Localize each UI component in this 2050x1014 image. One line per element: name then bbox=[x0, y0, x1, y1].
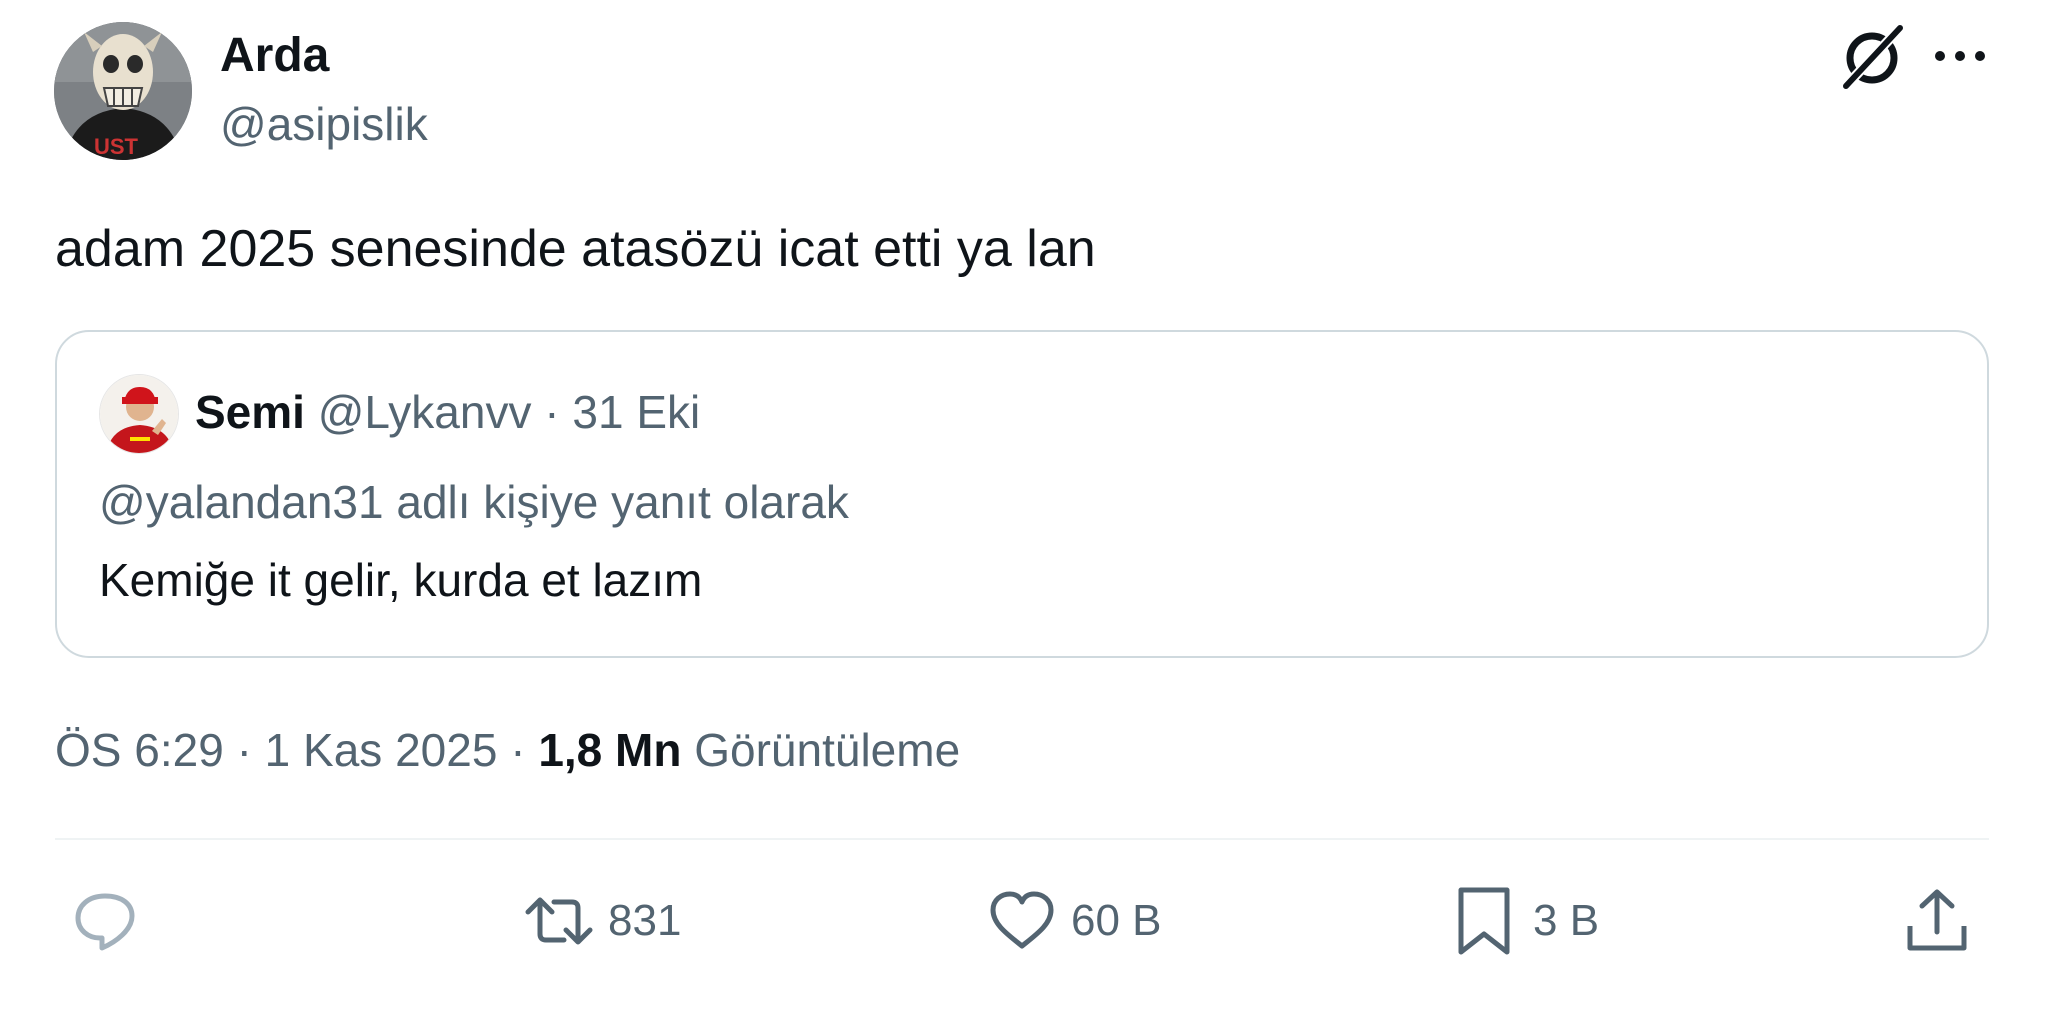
meta-separator: · bbox=[510, 724, 526, 776]
quoted-author-name[interactable]: Semi bbox=[195, 386, 305, 438]
retweet-icon bbox=[525, 897, 593, 945]
quoted-author-avatar[interactable] bbox=[99, 374, 179, 454]
quoted-separator: · bbox=[544, 386, 560, 438]
divider bbox=[55, 838, 1989, 840]
retweet-button[interactable]: 831 bbox=[522, 884, 681, 958]
like-count: 60 B bbox=[1071, 896, 1162, 945]
author-handle[interactable]: @asipislik bbox=[220, 94, 428, 154]
views-count: 1,8 Mn bbox=[538, 724, 682, 776]
quoted-tweet-text: Kemiğe it gelir, kurda et lazım bbox=[99, 554, 703, 606]
bookmark-icon bbox=[1458, 887, 1510, 955]
retweet-count: 831 bbox=[608, 896, 682, 945]
bookmark-button[interactable]: 3 B bbox=[1447, 884, 1599, 958]
quoted-date[interactable]: 31 Eki bbox=[572, 386, 700, 438]
tweet-text: adam 2025 senesinde atasözü icat etti ya… bbox=[55, 220, 1096, 278]
quoted-tweet[interactable]: Semi @Lykanvv · 31 Eki @yalandan31 adlı … bbox=[55, 330, 1989, 658]
quoted-header: Semi @Lykanvv · 31 Eki bbox=[195, 382, 700, 442]
heart-icon bbox=[990, 891, 1054, 949]
more-options-icon[interactable] bbox=[1930, 38, 1990, 74]
tweet-date[interactable]: 1 Kas 2025 bbox=[265, 724, 498, 776]
meta-separator: · bbox=[236, 724, 252, 776]
quoted-reply-context: @yalandan31 adlı kişiye yanıt olarak bbox=[99, 476, 849, 528]
like-button[interactable]: 60 B bbox=[985, 884, 1162, 958]
bookmark-count: 3 B bbox=[1533, 896, 1600, 945]
reply-button[interactable] bbox=[68, 884, 154, 958]
reply-icon bbox=[75, 893, 135, 951]
tweet-time[interactable]: ÖS 6:29 bbox=[55, 724, 224, 776]
share-icon bbox=[1907, 889, 1967, 951]
author-avatar[interactable]: UST bbox=[54, 22, 192, 160]
quoted-author-handle[interactable]: @Lykanvv bbox=[318, 386, 532, 438]
tweet-meta: ÖS 6:29 · 1 Kas 2025 · 1,8 Mn Görüntülem… bbox=[55, 720, 960, 780]
share-button[interactable] bbox=[1900, 884, 1974, 958]
tweet-detail: UST Arda @asipislik adam 2025 senesinde … bbox=[0, 0, 2050, 1014]
svg-text:UST: UST bbox=[94, 134, 139, 159]
author-name[interactable]: Arda bbox=[220, 26, 329, 86]
views-label: Görüntüleme bbox=[694, 724, 961, 776]
grok-icon[interactable] bbox=[1836, 20, 1908, 92]
